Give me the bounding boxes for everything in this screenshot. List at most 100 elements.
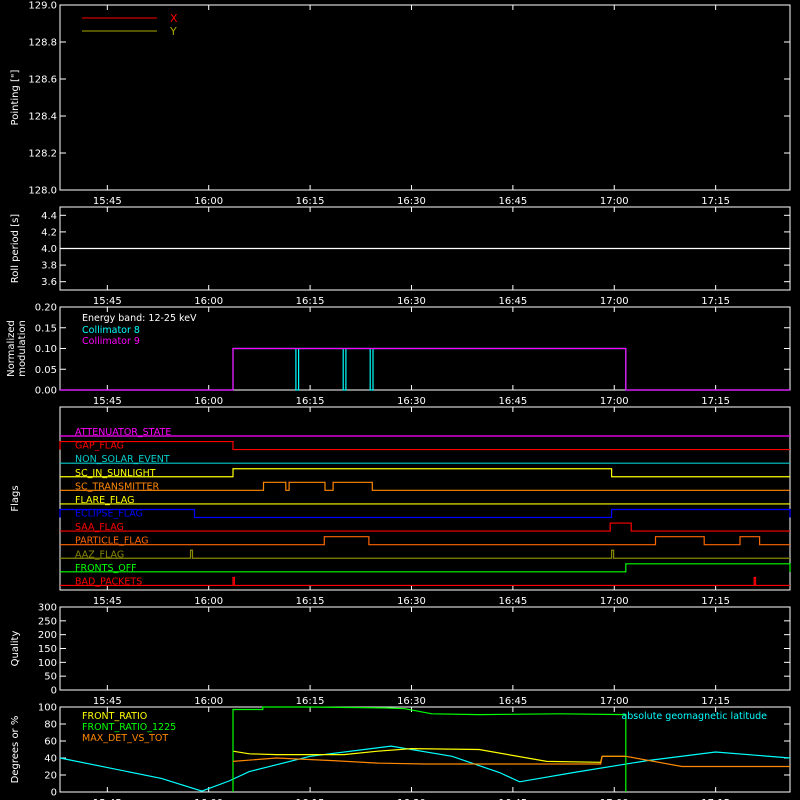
- y-tick-label: 50: [44, 672, 57, 683]
- flag-trace: [60, 481, 790, 491]
- y-tick-label: 100: [38, 703, 57, 714]
- x-tick-label: 16:00: [194, 696, 223, 707]
- flag-trace: [60, 576, 790, 587]
- y-axis-title: modulation: [17, 320, 28, 377]
- x-tick-label: 16:15: [296, 696, 325, 707]
- flag-trace: [60, 563, 791, 573]
- x-tick-label: 16:30: [397, 696, 426, 707]
- x-tick-label: 16:00: [194, 396, 223, 407]
- y-tick-label: 4.0: [41, 244, 57, 255]
- hessi-quicklook-chart: 15:45 16:00 16:15 16:30 16:45 17:00 17:15 128.0…: [6, 1, 791, 800]
- y-axis-title: Normalized: [6, 320, 17, 377]
- x-tick-label: 15:45: [93, 196, 122, 207]
- legend-label: X: [170, 12, 178, 25]
- x-tick-label: 15:45: [93, 596, 122, 607]
- panel-5: 15:45 16:00 16:15 16:30 16:45 17:00 17:15 0 50 10…: [10, 603, 791, 707]
- y-tick-label: 129.0: [28, 1, 57, 12]
- y-tick-label: 0.05: [35, 365, 57, 376]
- x-tick-label: 16:45: [498, 696, 527, 707]
- flag-label: NON_SOLAR_EVENT: [75, 454, 170, 465]
- flag-trace: [60, 522, 790, 532]
- x-tick-label: 16:45: [498, 196, 527, 207]
- y-tick-label: 150: [38, 644, 57, 655]
- series-line-1: [60, 347, 790, 391]
- y-tick-label: 80: [44, 720, 57, 731]
- flag-label: BAD_PACKETS: [75, 576, 142, 587]
- panel-2: 15:45 16:00 16:15 16:30 16:45 17:00 17:15 3.6 3.…: [10, 206, 791, 307]
- flag-label: ATTENUATOR_STATE: [75, 427, 171, 438]
- latitude-label: absolute geomagnetic latitude: [621, 711, 767, 722]
- flag-label: FRONTS_OFF: [75, 563, 137, 574]
- y-tick-label: 250: [38, 616, 57, 627]
- y-tick-label: 128.8: [28, 38, 57, 49]
- flag-label: GAP_FLAG: [75, 441, 124, 452]
- x-tick-label: 16:15: [296, 296, 325, 307]
- legend-label: Y: [169, 25, 177, 38]
- legend-label: MAX_DET_VS_TOT: [82, 733, 168, 744]
- x-tick-label: 17:00: [600, 296, 629, 307]
- x-tick-label: 17:15: [701, 696, 730, 707]
- y-tick-label: 4.4: [41, 211, 57, 222]
- flag-label: AAZ_FLAG: [75, 549, 124, 560]
- flag-trace: [60, 468, 790, 478]
- x-tick-label: 17:15: [701, 196, 730, 207]
- flag-label: SC_TRANSMITTER: [75, 481, 160, 492]
- x-tick-label: 17:00: [600, 596, 629, 607]
- panel-4: 15:45 16:00 16:15 16:30 16:45 17:00 17:15 Flags…: [10, 406, 791, 607]
- y-tick-label: 128.2: [28, 149, 57, 160]
- series-line-0: [59, 745, 791, 792]
- y-tick-label: 60: [44, 737, 57, 748]
- y-tick-label: 100: [38, 658, 57, 669]
- x-tick-label: 16:15: [296, 396, 325, 407]
- x-tick-label: 16:30: [397, 196, 426, 207]
- series-line-3: [232, 755, 790, 768]
- x-tick-label: 16:30: [397, 296, 426, 307]
- legend-label: Collimator 9: [82, 336, 140, 347]
- x-tick-label: 17:00: [600, 696, 629, 707]
- y-tick-label: 0: [51, 788, 57, 799]
- x-tick-label: 16:00: [194, 296, 223, 307]
- y-axis-title: Pointing ["]: [10, 69, 21, 125]
- x-tick-label: 16:30: [397, 396, 426, 407]
- flag-label: PARTICLE_FLAG: [75, 536, 148, 547]
- y-tick-label: 128.6: [28, 75, 57, 86]
- y-tick-label: 0.10: [35, 344, 57, 355]
- x-tick-label: 15:45: [93, 296, 122, 307]
- flag-trace: [60, 536, 790, 546]
- y-axis-title: Flags: [10, 485, 21, 511]
- y-tick-label: 3.6: [41, 277, 57, 288]
- legend-label: FRONT_RATIO_1225: [82, 722, 176, 733]
- x-tick-label: 17:15: [701, 296, 730, 307]
- x-tick-label: 17:15: [701, 396, 730, 407]
- x-tick-label: 16:15: [296, 596, 325, 607]
- x-tick-label: 16:00: [194, 596, 223, 607]
- flag-label: SC_IN_SUNLIGHT: [75, 468, 156, 479]
- y-axis-title: Roll period [s]: [10, 214, 21, 283]
- flag-trace: [59, 440, 790, 451]
- y-tick-label: 20: [44, 771, 57, 782]
- y-tick-label: 0: [51, 686, 57, 697]
- x-tick-label: 16:45: [498, 296, 527, 307]
- y-tick-label: 128.4: [28, 112, 57, 123]
- flag-label: ECLIPSE_FLAG: [75, 509, 143, 520]
- y-tick-label: 0.20: [35, 303, 57, 314]
- plot-frame: [59, 606, 791, 691]
- y-axis-title: Degrees or %: [10, 716, 21, 784]
- series-line-2: [232, 706, 627, 792]
- energy-band-label: Energy band: 12-25 keV: [82, 313, 197, 324]
- y-tick-label: 200: [38, 630, 57, 641]
- flag-label: SAA_FLAG: [75, 522, 124, 533]
- y-tick-label: 40: [44, 754, 57, 765]
- x-tick-label: 15:45: [93, 696, 122, 707]
- x-tick-label: 17:00: [600, 396, 629, 407]
- panel-1: 15:45 16:00 16:15 16:30 16:45 17:00 17:15 128.0…: [10, 1, 791, 207]
- x-tick-label: 16:45: [498, 396, 527, 407]
- y-tick-label: 4.2: [41, 227, 57, 238]
- y-tick-label: 300: [38, 603, 57, 614]
- x-tick-label: 16:45: [498, 596, 527, 607]
- panel-3: 15:45 16:00 16:15 16:30 16:45 17:00 17:15 0.00 0…: [6, 303, 791, 407]
- series-line-1: [232, 747, 626, 763]
- flag-label: FLARE_FLAG: [75, 495, 135, 506]
- panel-6: 15:4516:0016:1516:3016:4517:0017:1502040…: [10, 703, 791, 800]
- series-line-0: [60, 347, 790, 391]
